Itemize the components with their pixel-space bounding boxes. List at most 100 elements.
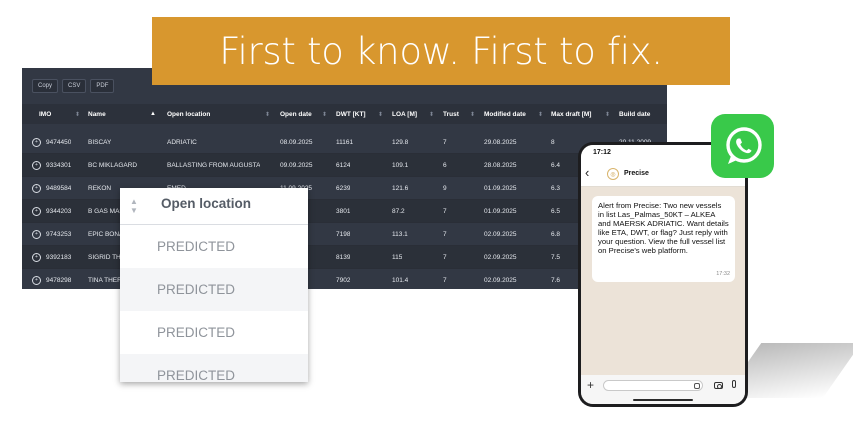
popup-list: PREDICTED PREDICTED PREDICTED PREDICTED xyxy=(120,225,308,382)
column-header-dwt[interactable]: DWT [KT] xyxy=(336,104,366,124)
message-input[interactable] xyxy=(603,380,703,391)
csv-button[interactable]: CSV xyxy=(62,79,87,93)
camera-icon[interactable] xyxy=(714,382,723,389)
cell-modified-date: 02.09.2025 xyxy=(484,254,517,261)
plus-icon[interactable]: + xyxy=(587,379,594,391)
cell-loa: 87.2 xyxy=(392,208,405,215)
cell-name: REKON xyxy=(88,185,112,192)
export-toolbar: Copy CSV PDF xyxy=(32,79,115,93)
sort-icon[interactable]: ⬍ xyxy=(605,104,610,124)
cell-modified-date: 01.09.2025 xyxy=(484,208,517,215)
cell-imo: 9344203 xyxy=(46,208,72,215)
table-row[interactable]: +9344203B GAS MAS5380187.2701.09.20256.5 xyxy=(22,200,667,223)
cell-dwt: 6239 xyxy=(336,185,351,192)
table-row[interactable]: +9392183SIGRID THE58139115702.09.20257.5 xyxy=(22,246,667,269)
cell-dwt: 7198 xyxy=(336,231,351,238)
message-time: 17:32 xyxy=(716,271,730,277)
contact-name[interactable]: Precise xyxy=(624,170,649,177)
cell-max-draft: 6.3 xyxy=(551,185,561,192)
column-header-modified-date[interactable]: Modified date xyxy=(484,104,526,124)
expand-row-icon[interactable]: + xyxy=(32,276,41,285)
cell-name: BC MIKLAGARD xyxy=(88,162,138,169)
sort-icon[interactable]: ⬍ xyxy=(429,104,434,124)
home-indicator xyxy=(633,399,693,401)
headline-text: First to know. First to fix. xyxy=(219,29,663,73)
expand-row-icon[interactable]: + xyxy=(32,230,41,239)
cell-loa: 101.4 xyxy=(392,277,409,284)
cell-open-location: ADRIATIC xyxy=(167,139,197,146)
cell-max-draft: 6.5 xyxy=(551,208,561,215)
popup-item: PREDICTED xyxy=(120,354,308,382)
popup-header[interactable]: ▲ ▼ Open location xyxy=(120,188,308,225)
cell-name: BISCAY xyxy=(88,139,112,146)
cell-trust: 7 xyxy=(443,139,447,146)
microphone-icon[interactable] xyxy=(732,380,736,388)
status-time: 17:12 xyxy=(593,149,611,156)
expand-row-icon[interactable]: + xyxy=(32,207,41,216)
cell-dwt: 7902 xyxy=(336,277,351,284)
cell-max-draft: 6.8 xyxy=(551,231,561,238)
cell-max-draft: 6.4 xyxy=(551,162,561,169)
sticker-icon[interactable] xyxy=(694,383,700,389)
column-header-name[interactable]: Name xyxy=(88,104,106,124)
cell-dwt: 11161 xyxy=(336,139,354,146)
vessel-table-panel: Copy CSV PDF IMO Name ⬍ Open location ▲ Open … xyxy=(22,68,667,289)
sort-arrows-icon[interactable]: ▲ ▼ xyxy=(130,197,138,215)
cell-dwt: 8139 xyxy=(336,254,351,261)
sort-icon[interactable]: ⬍ xyxy=(322,104,327,124)
expand-row-icon[interactable]: + xyxy=(32,138,41,147)
sort-icon[interactable]: ⬍ xyxy=(470,104,475,124)
sort-icon[interactable]: ⬍ xyxy=(265,104,270,124)
cell-loa: 113.1 xyxy=(392,231,408,238)
table-row[interactable]: +9474450 BISCAY ADRIATIC 08.09.2025 11161 129… xyxy=(22,131,667,154)
column-header-build-date[interactable]: Build date xyxy=(619,104,650,124)
headline-banner: First to know. First to fix. xyxy=(152,17,730,85)
column-header-loa[interactable]: LOA [M] xyxy=(392,104,417,124)
cell-max-draft: 8 xyxy=(551,139,555,146)
cell-trust: 7 xyxy=(443,277,447,284)
table-row[interactable]: +9743253EPIC BONA57198113.1702.09.20256.… xyxy=(22,223,667,246)
phone-screen: 17:12 ▮▮ ▭ ‹ ◎ Precise Alert from Precis… xyxy=(581,145,745,404)
cell-open-date: 09.09.2025 xyxy=(280,162,313,169)
cell-loa: 129.8 xyxy=(392,139,409,146)
message-bubble: Alert from Precise: Two new vessels in l… xyxy=(592,196,735,282)
expand-row-icon[interactable]: + xyxy=(32,161,41,170)
sort-icon[interactable]: ⬍ xyxy=(75,104,80,124)
cell-dwt: 6124 xyxy=(336,162,351,169)
copy-button[interactable]: Copy xyxy=(32,79,59,93)
column-header-trust[interactable]: Trust xyxy=(443,104,459,124)
table-body: +9474450 BISCAY ADRIATIC 08.09.2025 11161 129… xyxy=(22,131,667,289)
cell-name: EPIC BONA xyxy=(88,231,124,238)
cell-imo: 9392183 xyxy=(46,254,72,261)
table-row[interactable]: +9334301 BC MIKLAGARD BALLASTING FROM AUGU… xyxy=(22,154,667,177)
pdf-button[interactable]: PDF xyxy=(90,79,115,93)
cell-max-draft: 7.5 xyxy=(551,254,561,261)
column-header-open-location[interactable]: Open location xyxy=(167,104,210,124)
contact-avatar[interactable]: ◎ xyxy=(607,168,619,180)
chevron-left-icon[interactable]: ‹ xyxy=(585,166,589,180)
table-row[interactable]: +9478298TINA THER57902101.4702.09.20257.… xyxy=(22,269,667,289)
cell-open-location: BALLASTING FROM AUGUSTA xyxy=(167,162,261,169)
expand-row-icon[interactable]: + xyxy=(32,184,41,193)
sort-icon[interactable]: ⬍ xyxy=(538,104,543,124)
cell-loa: 115 xyxy=(392,254,403,261)
column-header-max-draft[interactable]: Max draft [M] xyxy=(551,104,591,124)
cell-trust: 9 xyxy=(443,185,447,192)
cell-open-date: 08.09.2025 xyxy=(280,139,313,146)
sort-icon[interactable]: ▲ xyxy=(150,104,156,124)
cell-dwt: 3801 xyxy=(336,208,351,215)
cell-modified-date: 28.08.2025 xyxy=(484,162,517,169)
cell-trust: 7 xyxy=(443,208,447,215)
table-row[interactable]: +9489584REKONEMED11.09.20256239121.6901.… xyxy=(22,177,667,200)
cell-modified-date: 29.08.2025 xyxy=(484,139,517,146)
cell-name: B GAS MAS xyxy=(88,208,124,215)
column-header-open-date[interactable]: Open date xyxy=(280,104,312,124)
cell-imo: 9478298 xyxy=(46,277,72,284)
column-header-imo[interactable]: IMO xyxy=(39,104,51,124)
sort-icon[interactable]: ⬍ xyxy=(378,104,383,124)
phone-frame: 17:12 ▮▮ ▭ ‹ ◎ Precise Alert from Precis… xyxy=(578,142,748,407)
expand-row-icon[interactable]: + xyxy=(32,253,41,262)
cell-loa: 109.1 xyxy=(392,162,409,169)
cell-imo: 9743253 xyxy=(46,231,72,238)
whatsapp-logo-icon xyxy=(711,114,774,178)
